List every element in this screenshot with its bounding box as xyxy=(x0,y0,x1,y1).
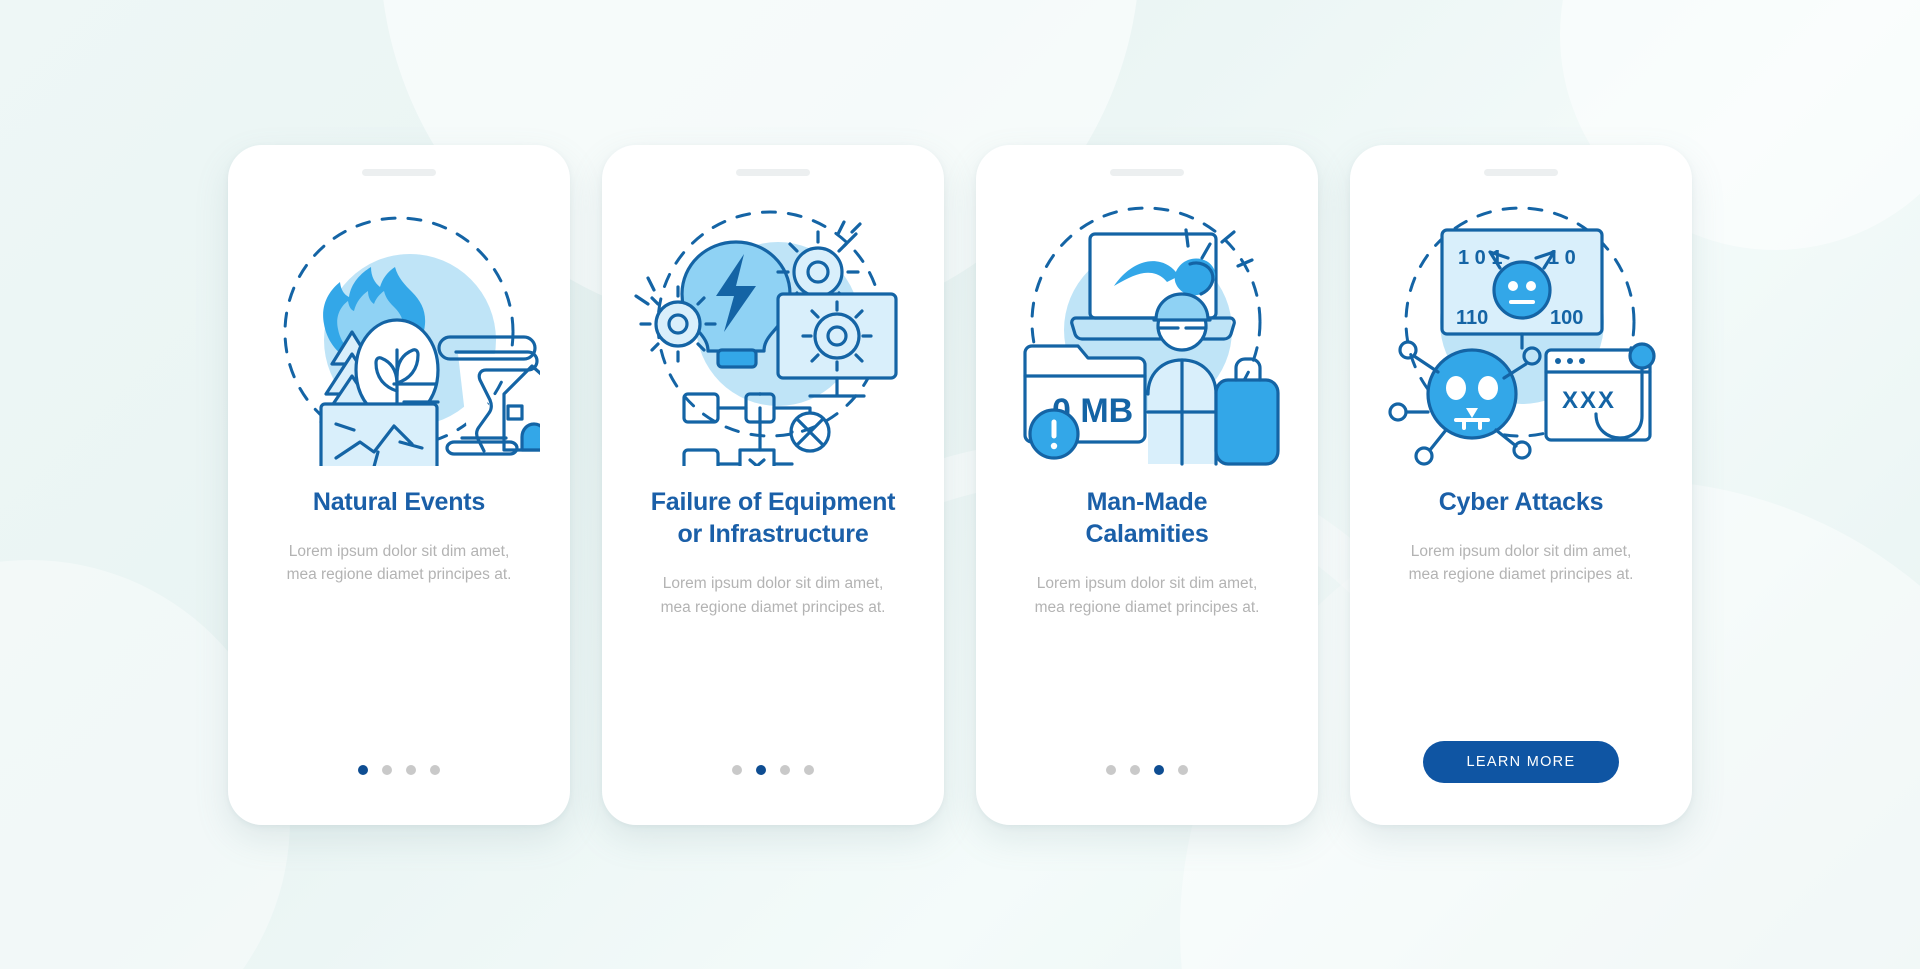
pagination-dot-4[interactable] xyxy=(430,764,440,775)
phone-speaker xyxy=(736,168,810,176)
phone-speaker xyxy=(1484,168,1558,176)
pagination-dot-2[interactable] xyxy=(756,764,766,775)
screen-title: Man-Made Calamities xyxy=(1085,487,1209,548)
pagination-dot-1[interactable] xyxy=(358,764,368,775)
pagination-dot-1[interactable] xyxy=(732,764,742,775)
pagination-dot-4[interactable] xyxy=(1178,764,1188,775)
screen-title: Failure of Equipment or Infrastructure xyxy=(650,487,896,548)
screens-row: Natural Events Lorem ipsum dolor sit dim… xyxy=(0,0,1920,969)
laptop-folder-zero-mb-arsonist-icon: 0 MB xyxy=(1006,198,1288,466)
phone-screen-cyber-attacks[interactable]: 1 0 1 1 0 110 100 XXX Cyber Attacks Lore… xyxy=(1350,144,1692,825)
onboarding-screens-canvas: Natural Events Lorem ipsum dolor sit dim… xyxy=(0,0,1920,969)
pagination-dot-3[interactable] xyxy=(780,764,790,775)
pagination-dot-1[interactable] xyxy=(1106,764,1116,775)
pagination-dot-2[interactable] xyxy=(382,764,392,775)
screen-body-text: Lorem ipsum dolor sit dim amet, mea regi… xyxy=(660,575,886,616)
screen-title: Natural Events xyxy=(312,487,486,516)
phone-screen-natural-events[interactable]: Natural Events Lorem ipsum dolor sit dim… xyxy=(228,144,570,825)
pagination-dots[interactable] xyxy=(1106,764,1188,775)
browser-marks-label: XXX xyxy=(1562,387,1616,414)
learn-more-button[interactable]: LEARN MORE xyxy=(1423,740,1619,783)
binary-devil-skull-malware-icon: 1 0 1 1 0 110 100 XXX xyxy=(1380,198,1662,466)
phone-screen-failure-of-equipment[interactable]: Failure of Equipment or Infrastructure L… xyxy=(602,144,944,825)
phone-speaker xyxy=(362,168,436,176)
wildfire-tornado-broken-screen-icon xyxy=(258,198,540,466)
binary-right-label: 100 xyxy=(1550,307,1583,329)
binary-left-label: 110 xyxy=(1456,307,1488,329)
screen-body-text: Lorem ipsum dolor sit dim amet, mea regi… xyxy=(1034,575,1260,616)
pagination-dots[interactable] xyxy=(358,764,440,775)
pagination-dot-2[interactable] xyxy=(1130,764,1140,775)
phone-speaker xyxy=(1110,168,1184,176)
lightbulb-gears-monitor-icon xyxy=(632,198,914,466)
binary-top-right-label: 1 0 xyxy=(1548,247,1576,269)
screen-body-text: Lorem ipsum dolor sit dim amet, mea regi… xyxy=(1408,542,1634,584)
pagination-dots[interactable] xyxy=(732,764,814,775)
pagination-dot-3[interactable] xyxy=(406,764,416,775)
pagination-dot-4[interactable] xyxy=(804,764,814,775)
screen-title: Cyber Attacks xyxy=(1438,487,1604,516)
binary-top-left-label: 1 0 1 xyxy=(1458,247,1502,269)
pagination-dot-3[interactable] xyxy=(1154,764,1164,775)
screen-body-text: Lorem ipsum dolor sit dim amet, mea regi… xyxy=(286,542,512,584)
phone-screen-man-made-calamities[interactable]: 0 MB Man-Made Calamities Lorem ipsum dol… xyxy=(976,144,1318,825)
